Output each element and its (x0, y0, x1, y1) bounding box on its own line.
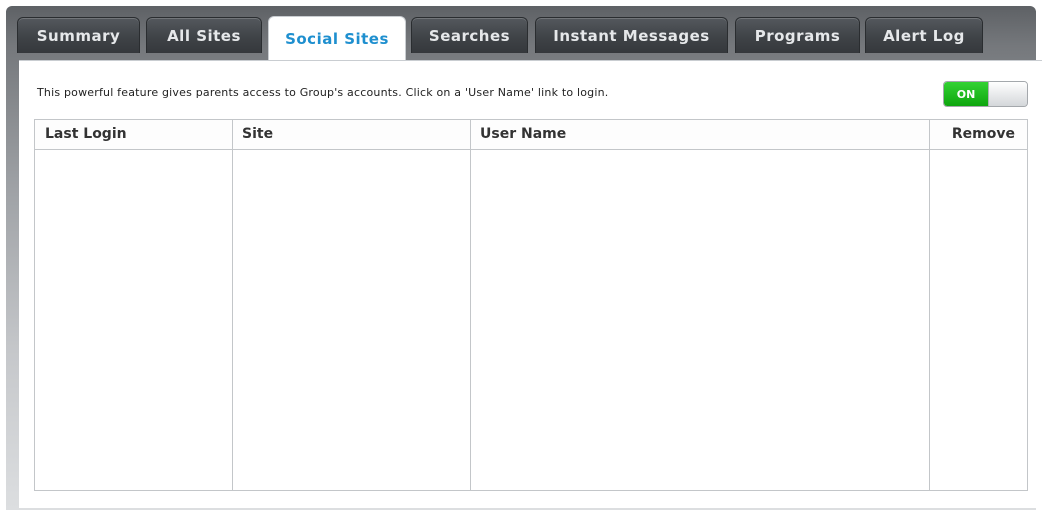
column-header-remove[interactable]: Remove (929, 120, 1027, 149)
toggle-on-label: ON (944, 82, 988, 106)
social-sites-table: Last Login Site User Name Remove (34, 119, 1028, 491)
tab-alert-log[interactable]: Alert Log (865, 17, 983, 53)
intro-text: This powerful feature gives parents acce… (37, 86, 609, 99)
tab-instant-messages[interactable]: Instant Messages (535, 17, 728, 53)
table-body (35, 150, 1027, 490)
table-header: Last Login Site User Name Remove (35, 120, 1027, 150)
column-header-last-login[interactable]: Last Login (35, 120, 232, 149)
tab-social-sites[interactable]: Social Sites (268, 16, 406, 60)
tab-all-sites[interactable]: All Sites (146, 17, 262, 53)
social-sites-panel: This powerful feature gives parents acce… (19, 60, 1042, 508)
tab-programs[interactable]: Programs (735, 17, 860, 53)
feature-toggle[interactable]: ON (943, 81, 1028, 107)
toggle-knob[interactable] (988, 82, 1027, 106)
tab-summary[interactable]: Summary (17, 17, 140, 53)
tab-searches[interactable]: Searches (411, 17, 528, 53)
column-header-user-name[interactable]: User Name (470, 120, 929, 149)
column-header-site[interactable]: Site (232, 120, 470, 149)
